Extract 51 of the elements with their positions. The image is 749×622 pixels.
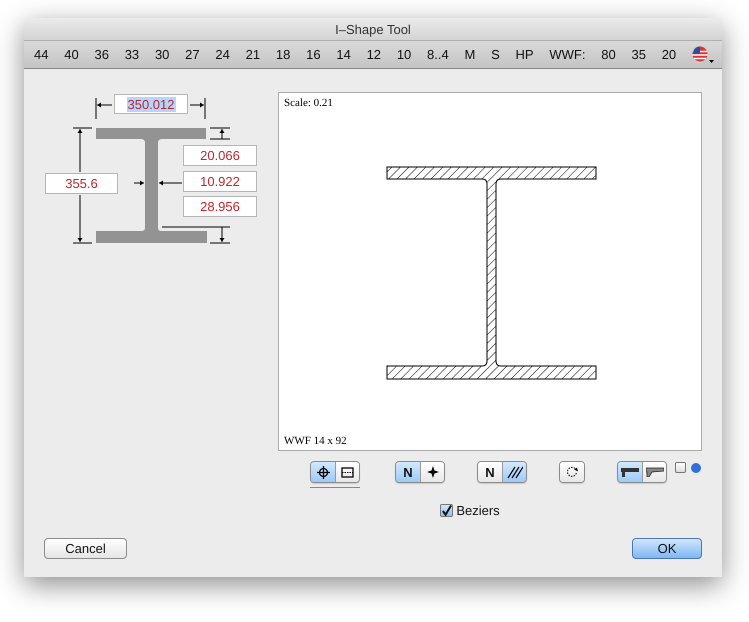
size-button[interactable]: HP [516, 45, 534, 64]
cancel-button[interactable]: Cancel [44, 538, 127, 559]
crosshair-icon [316, 466, 330, 478]
flange-icon [621, 467, 639, 477]
size-button[interactable]: M [464, 45, 476, 64]
size-button[interactable]: 14 [336, 45, 351, 64]
view-toggle[interactable] [335, 462, 359, 482]
hatch-icon [506, 466, 522, 478]
flag-menu-icon[interactable] [692, 46, 714, 64]
star-icon [426, 466, 438, 478]
size-button[interactable]: 16 [306, 45, 321, 64]
size-button[interactable]: 30 [154, 45, 170, 64]
size-button[interactable]: 18 [276, 45, 290, 64]
info-icon[interactable] [691, 462, 701, 472]
size-button[interactable]: 44 [34, 45, 48, 64]
option-checkbox[interactable] [675, 462, 686, 473]
rotate-icon [566, 466, 578, 478]
view-toggle[interactable] [311, 462, 335, 482]
beziers-label: Beziers [456, 503, 500, 518]
size-button[interactable]: 33 [124, 45, 140, 64]
north-toggle[interactable]: N [478, 462, 502, 482]
ok-button[interactable]: OK [632, 538, 702, 559]
size-button[interactable]: 40 [64, 45, 79, 64]
size-button[interactable]: 80 [601, 45, 616, 64]
size-button[interactable]: 8..4 [427, 45, 449, 64]
size-button[interactable]: 36 [94, 45, 109, 64]
rectangle-icon [341, 466, 354, 478]
series-label: WWF: [549, 46, 586, 64]
size-button[interactable]: 35 [631, 45, 646, 64]
size-button[interactable]: S [491, 45, 500, 64]
window-title: I–Shape Tool [335, 22, 411, 36]
size-button[interactable]: 10 [396, 45, 412, 64]
dimension-field[interactable]: 10.922 [183, 171, 257, 192]
dimension-field[interactable]: 350.012 [114, 94, 188, 114]
size-button[interactable]: 27 [185, 45, 200, 64]
dimension-field[interactable]: 355.6 [45, 173, 118, 194]
section-caption: WWF 14 x 92 [284, 435, 347, 447]
dimension-field[interactable]: 20.066 [183, 145, 257, 166]
size-button[interactable]: 20 [662, 45, 676, 64]
size-button[interactable]: 24 [215, 45, 230, 64]
view-toggle[interactable] [642, 462, 666, 482]
dimension-field[interactable]: 28.956 [183, 196, 257, 217]
view-toggle[interactable] [420, 462, 444, 482]
scale-label: Scale: 0.21 [284, 97, 333, 109]
view-toggle[interactable] [502, 462, 526, 482]
north-toggle[interactable]: N [396, 462, 420, 482]
size-button[interactable]: 21 [246, 45, 260, 64]
hatched-flange-icon [646, 467, 664, 477]
view-toggle[interactable] [618, 462, 642, 482]
beziers-checkbox[interactable] [440, 504, 454, 517]
size-button[interactable]: 12 [366, 45, 382, 64]
